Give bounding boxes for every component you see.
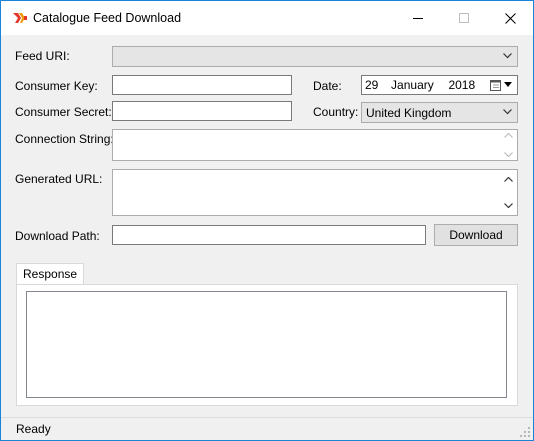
size-grip-icon[interactable] (520, 427, 531, 438)
country-value: United Kingdom (366, 106, 452, 120)
consumer-key-input[interactable] (112, 75, 292, 95)
country-dropdown[interactable]: United Kingdom (361, 102, 518, 123)
consumer-secret-label: Consumer Secret: (15, 105, 112, 119)
country-label: Country: (313, 105, 359, 119)
status-bar: Ready (1, 417, 533, 440)
window-title: Catalogue Feed Download (33, 11, 182, 25)
scroll-down-icon[interactable] (504, 203, 513, 208)
status-text: Ready (16, 422, 51, 436)
close-button[interactable] (487, 1, 533, 35)
close-icon (504, 12, 516, 24)
generated-url-label: Generated URL: (15, 172, 103, 186)
chevron-down-icon (503, 109, 512, 115)
consumer-secret-input[interactable] (112, 101, 292, 121)
maximize-button[interactable] (441, 1, 487, 35)
download-path-label: Download Path: (15, 229, 100, 243)
date-day[interactable]: 29 (365, 78, 378, 92)
connection-string-input[interactable] (112, 129, 518, 161)
scroll-up-icon[interactable] (504, 177, 513, 182)
date-year[interactable]: 2018 (448, 78, 475, 92)
consumer-key-label: Consumer Key: (15, 79, 98, 93)
response-tab-panel (16, 284, 518, 406)
connection-string-scrollbar[interactable] (501, 131, 516, 159)
maximize-icon (458, 12, 469, 23)
tab-response[interactable]: Response (16, 263, 85, 285)
app-logo-icon (13, 13, 27, 23)
minimize-icon (412, 17, 423, 19)
minimize-button[interactable] (395, 1, 441, 35)
date-label: Date: (313, 79, 342, 93)
date-month[interactable]: January (391, 78, 434, 92)
feed-uri-dropdown[interactable] (112, 46, 518, 67)
generated-url-scrollbar[interactable] (501, 171, 516, 214)
connection-string-label: Connection String: (15, 132, 114, 146)
chevron-down-icon[interactable] (504, 82, 512, 87)
download-path-input[interactable] (112, 225, 426, 245)
date-picker[interactable]: 29 January 2018 (361, 75, 518, 95)
feed-uri-label: Feed URI: (15, 49, 70, 63)
scroll-down-icon[interactable] (504, 152, 513, 157)
main-window: Catalogue Feed Download Feed URI: Consum… (0, 0, 534, 441)
response-output[interactable] (26, 291, 507, 398)
scroll-up-icon[interactable] (504, 133, 513, 138)
chevron-down-icon (503, 53, 512, 59)
calendar-icon[interactable] (490, 79, 501, 91)
title-bar[interactable]: Catalogue Feed Download (1, 1, 533, 35)
download-button[interactable]: Download (434, 224, 518, 246)
generated-url-output[interactable] (112, 169, 518, 216)
